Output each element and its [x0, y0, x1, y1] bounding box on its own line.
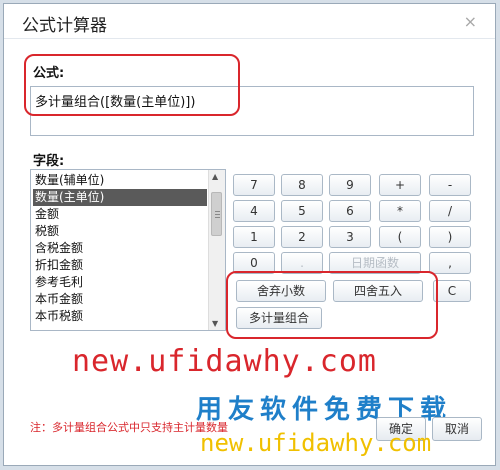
- key-9[interactable]: 9: [329, 174, 371, 196]
- scroll-down-icon[interactable]: ▼: [212, 319, 218, 328]
- key-plus[interactable]: +: [379, 174, 421, 196]
- list-item[interactable]: 含税金额: [33, 240, 207, 257]
- key-multiply[interactable]: *: [379, 200, 421, 222]
- list-item[interactable]: 本币税额: [33, 308, 207, 325]
- formula-highlight: [24, 54, 240, 116]
- close-icon[interactable]: ×: [464, 12, 477, 31]
- key-1[interactable]: 1: [233, 226, 275, 248]
- list-item[interactable]: 数量(辅单位): [33, 172, 207, 189]
- watermark-url: new.ufidawhy.com: [72, 344, 377, 379]
- key-2[interactable]: 2: [281, 226, 323, 248]
- key-5[interactable]: 5: [281, 200, 323, 222]
- formula-calculator-dialog: 公式计算器 × 公式: 多计量组合([数量(主单位)]) 字段: 数量(辅单位)…: [3, 3, 496, 466]
- clear-button[interactable]: C: [433, 280, 471, 302]
- key-6[interactable]: 6: [329, 200, 371, 222]
- key-open-paren[interactable]: (: [379, 226, 421, 248]
- list-item[interactable]: 税额: [33, 223, 207, 240]
- dialog-title: 公式计算器: [22, 16, 107, 36]
- key-8[interactable]: 8: [281, 174, 323, 196]
- fields-list[interactable]: 数量(辅单位) 数量(主单位) 金额 税额 含税金额 折扣金额 参考毛利 本币金…: [30, 169, 226, 331]
- key-close-paren[interactable]: ): [429, 226, 471, 248]
- list-item-selected[interactable]: 数量(主单位): [33, 189, 207, 206]
- title-bar: 公式计算器 ×: [4, 4, 495, 39]
- note-text: 注：多计量组合公式中只支持主计量数量: [30, 421, 228, 434]
- scrollbar-thumb[interactable]: [211, 192, 222, 236]
- list-item[interactable]: 金额: [33, 206, 207, 223]
- key-4[interactable]: 4: [233, 200, 275, 222]
- scroll-up-icon[interactable]: ▲: [212, 172, 218, 181]
- key-comma[interactable]: ,: [429, 252, 471, 274]
- watermark-url-bottom: new.ufidawhy.com: [200, 429, 432, 457]
- list-item[interactable]: 本币金额: [33, 291, 207, 308]
- key-minus[interactable]: -: [429, 174, 471, 196]
- key-3[interactable]: 3: [329, 226, 371, 248]
- list-item[interactable]: 参考毛利: [33, 274, 207, 291]
- key-7[interactable]: 7: [233, 174, 275, 196]
- key-divide[interactable]: /: [429, 200, 471, 222]
- cancel-button[interactable]: 取消: [432, 417, 482, 441]
- functions-highlight: [226, 271, 438, 339]
- fields-label: 字段:: [33, 154, 65, 169]
- list-item[interactable]: 折扣金额: [33, 257, 207, 274]
- fields-scrollbar[interactable]: ▲ ▼: [208, 170, 225, 330]
